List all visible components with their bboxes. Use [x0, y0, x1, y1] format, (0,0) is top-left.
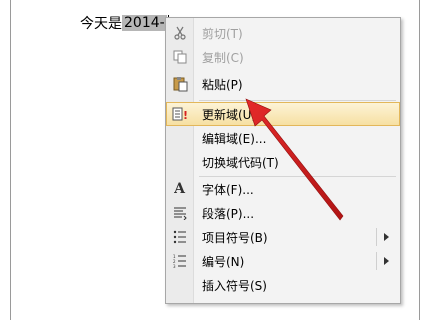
menu-item-paste[interactable]: 粘贴(P) — [166, 72, 400, 96]
paragraph-icon — [166, 201, 193, 225]
update-field-icon: ! — [166, 102, 193, 126]
paste-icon — [166, 72, 193, 96]
document-text: 今天是 — [80, 16, 122, 32]
menu-item-font[interactable]: A 字体(F)... — [166, 177, 400, 201]
menu-item-numbering[interactable]: 123 编号(N) — [166, 249, 400, 273]
menu-item-cut[interactable]: 剪切(T) — [166, 21, 400, 45]
menu-item-paragraph[interactable]: 段落(P)... — [166, 201, 400, 225]
page-border-right — [419, 0, 420, 320]
page-border-left — [10, 0, 11, 320]
copy-icon — [166, 45, 193, 69]
font-icon: A — [174, 181, 185, 197]
menu-item-insert-symbol[interactable]: 插入符号(S) — [166, 273, 400, 297]
menu-item-update-field[interactable]: ! 更新域(U) — [166, 102, 400, 126]
context-menu: 剪切(T) 复制(C) 粘贴(P) ! 更新域(U) 编辑域(E)... 切换域… — [165, 17, 401, 304]
scissors-icon — [166, 21, 193, 45]
menu-item-label: 字体(F)... — [202, 182, 254, 197]
selected-field-text[interactable]: 2014- — [122, 15, 167, 31]
submenu-arrow-icon[interactable] — [384, 233, 389, 241]
document-line[interactable]: 今天是 2014- — [80, 12, 169, 34]
menu-item-label: 复制(C) — [202, 50, 244, 65]
menu-item-label: 剪切(T) — [202, 26, 243, 41]
menu-item-label: 编辑域(E)... — [202, 131, 267, 146]
menu-item-toggle-field-codes[interactable]: 切换域代码(T) — [166, 150, 400, 174]
menu-item-copy[interactable]: 复制(C) — [166, 45, 400, 69]
submenu-divider — [376, 252, 377, 270]
menu-item-label: 段落(P)... — [202, 206, 255, 221]
submenu-divider — [376, 228, 377, 246]
menu-item-bullets[interactable]: 项目符号(B) — [166, 225, 400, 249]
menu-item-label: 更新域(U) — [202, 107, 257, 122]
submenu-arrow-icon[interactable] — [384, 257, 389, 265]
menu-item-label: 粘贴(P) — [202, 77, 243, 92]
menu-item-label: 插入符号(S) — [202, 278, 267, 293]
menu-separator — [199, 100, 396, 101]
numbering-icon: 123 — [166, 249, 193, 273]
menu-item-edit-field[interactable]: 编辑域(E)... — [166, 126, 400, 150]
menu-item-label: 项目符号(B) — [202, 230, 268, 245]
svg-text:3: 3 — [173, 264, 176, 268]
svg-text:!: ! — [183, 109, 188, 122]
menu-item-label: 切换域代码(T) — [202, 155, 279, 170]
bullets-icon — [166, 225, 193, 249]
menu-item-label: 编号(N) — [202, 254, 245, 269]
